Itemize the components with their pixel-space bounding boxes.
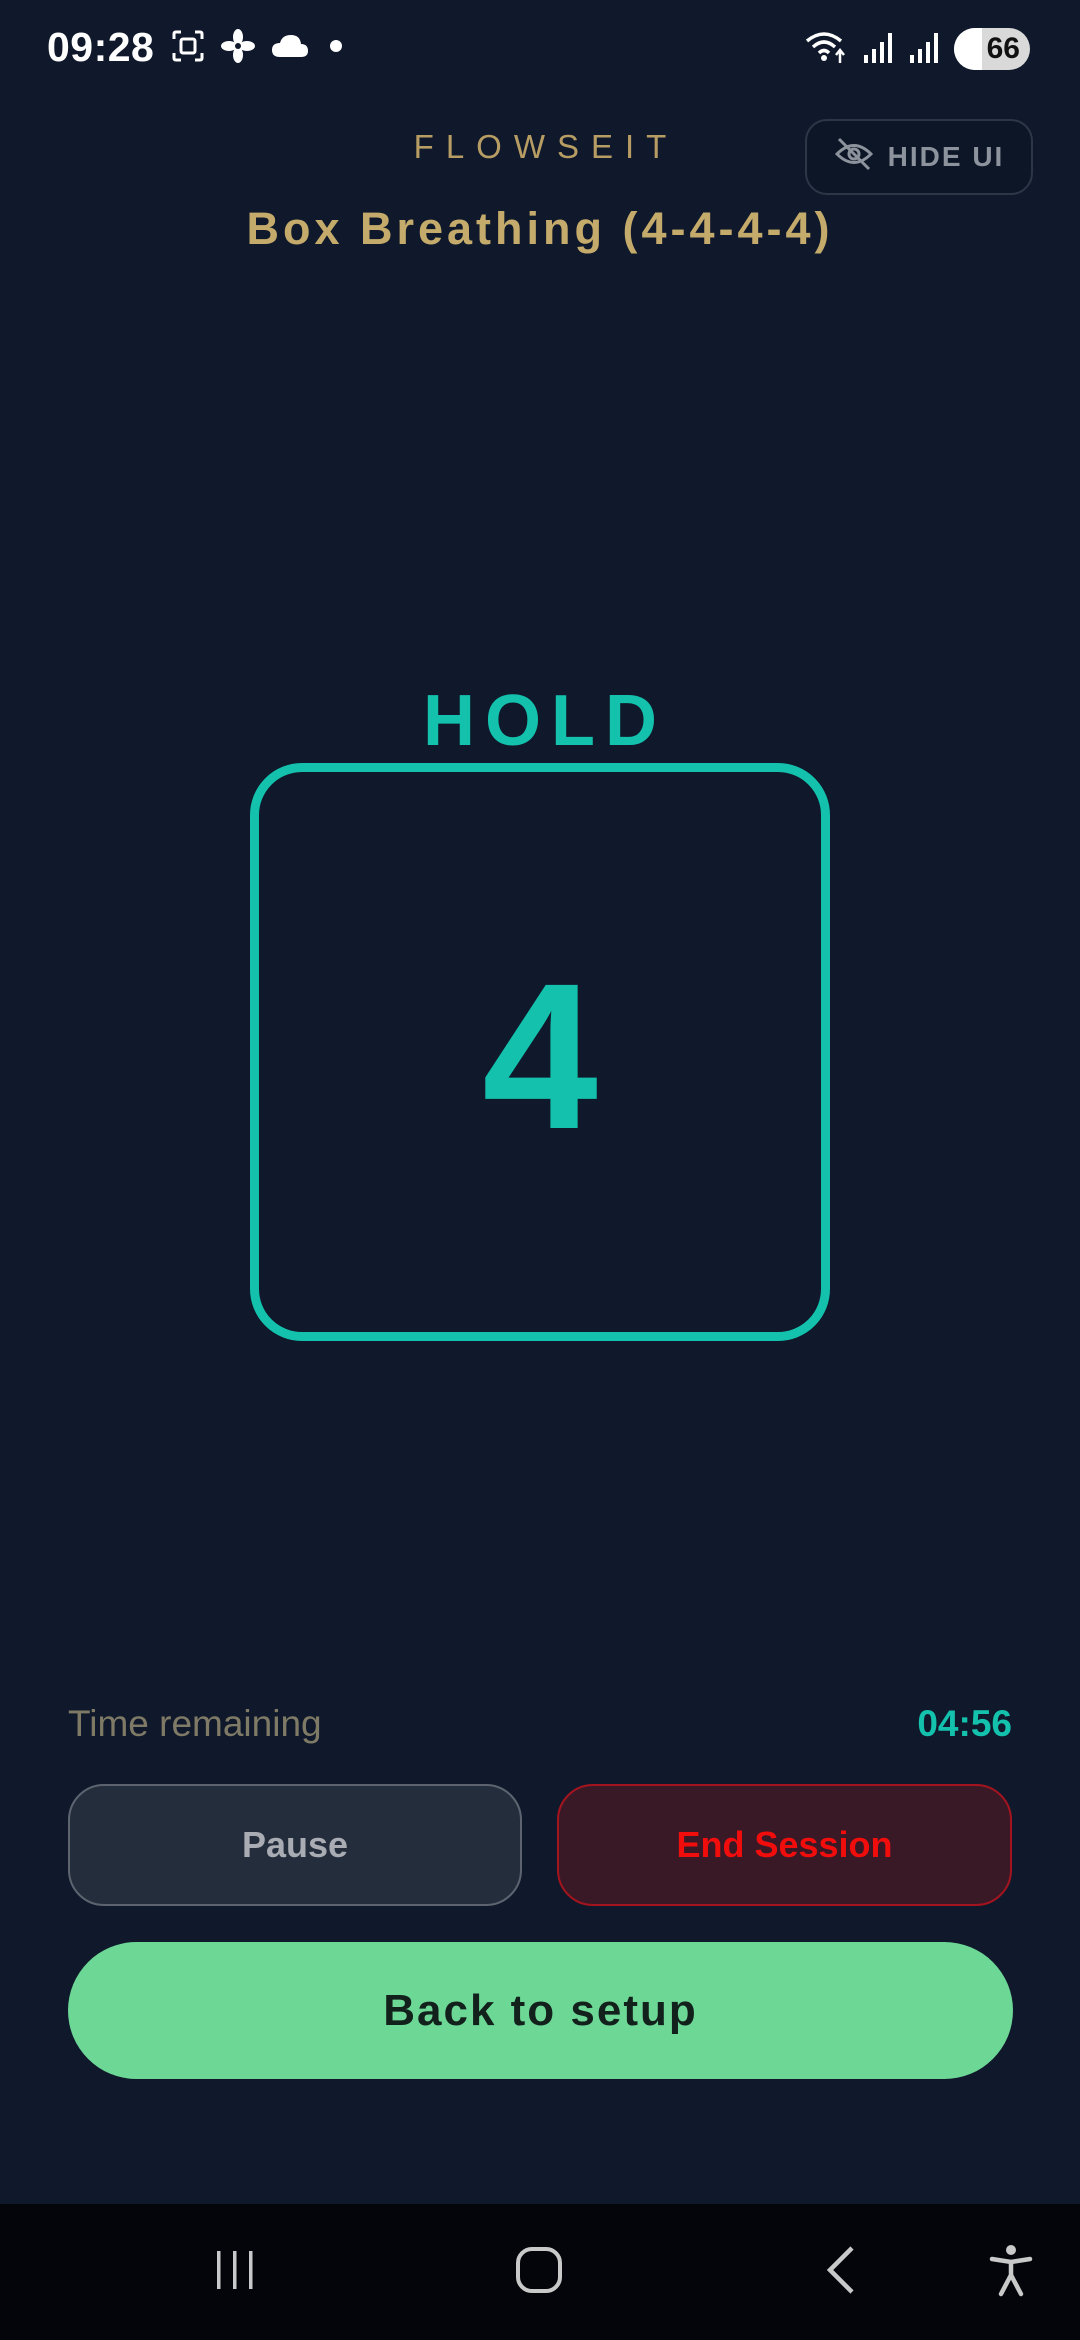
breathing-session-screen: 09:28 66 FLOWSEIT HIDE UI Box Breathing … [0,0,1080,2340]
back-icon [822,2244,862,2301]
accessibility-button[interactable] [966,2204,1056,2340]
recent-apps-icon [211,2246,259,2299]
eye-off-icon [834,137,874,178]
back-to-setup-button[interactable]: Back to setup [68,1942,1013,2079]
screenshot-icon [170,28,206,64]
hide-ui-button[interactable]: HIDE UI [805,119,1033,195]
recent-apps-button[interactable] [190,2204,280,2340]
battery-leaf-icon [954,28,982,70]
status-bar: 09:28 66 [0,0,1080,100]
battery-level: 66 [986,32,1020,65]
back-button[interactable] [797,2204,887,2340]
fan-icon [220,28,256,64]
wifi-icon [804,29,850,70]
time-remaining-label: Time remaining [68,1703,322,1744]
signal-icon [862,29,896,70]
home-button[interactable] [494,2204,584,2340]
status-time: 09:28 [47,24,155,70]
hide-ui-label: HIDE UI [887,141,1005,172]
time-remaining-value: 04:56 [917,1703,1012,1744]
accessibility-icon [989,2243,1033,2302]
navigation-bar [0,2204,1080,2340]
home-icon [514,2245,564,2300]
session-title: Box Breathing (4-4-4-4) [246,203,834,254]
breathing-box: 4 [250,763,830,1341]
back-to-setup-label: Back to setup [383,1985,698,2035]
cloud-icon [270,31,310,61]
battery-indicator: 66 [954,28,1030,70]
pause-label: Pause [241,1824,349,1865]
signal-icon [908,29,942,70]
pause-button[interactable]: Pause [68,1784,522,1906]
status-icons-left [170,28,348,64]
end-session-button[interactable]: End Session [557,1784,1012,1906]
breath-phase-label: HOLD [423,681,667,761]
status-icons-right: 66 [804,28,1030,70]
end-session-label: End Session [676,1824,893,1865]
dot-icon [324,34,348,58]
breath-count: 4 [482,940,598,1173]
